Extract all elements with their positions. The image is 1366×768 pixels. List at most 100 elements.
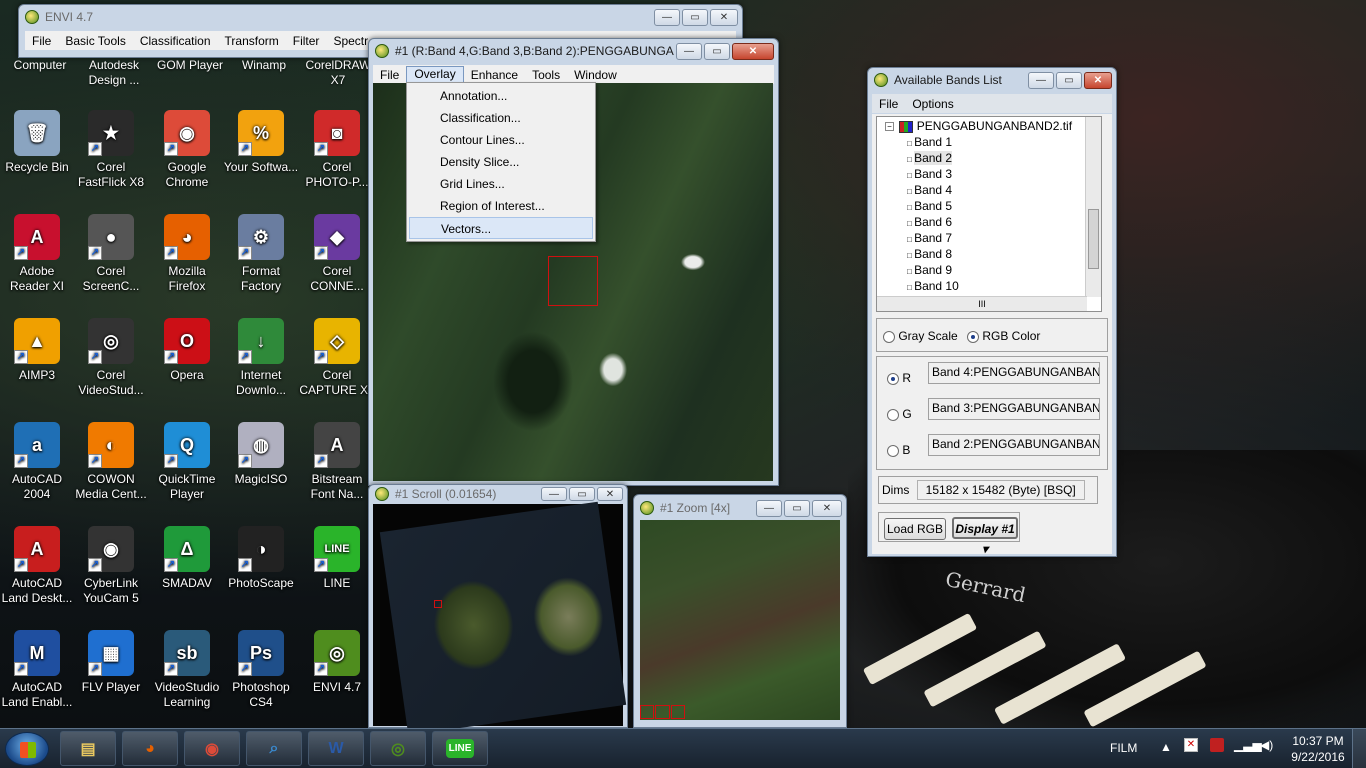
- desktop-icon[interactable]: ◕ ↗ Mozilla Firefox: [149, 214, 225, 294]
- overlay-menu-item[interactable]: Grid Lines...: [407, 173, 595, 195]
- r-band-field[interactable]: Band 4:PENGGABUNGANBAND2.: [928, 362, 1100, 384]
- scroll-window-titlebar[interactable]: #1 Scroll (0.01654) — ▭ ✕: [369, 485, 627, 503]
- collapse-icon[interactable]: −: [885, 122, 894, 132]
- clock[interactable]: 10:37 PM 9/22/2016: [1290, 733, 1346, 765]
- scroll-region-box[interactable]: [434, 600, 442, 608]
- overlay-menu-item[interactable]: Annotation...: [407, 85, 595, 107]
- b-band-field[interactable]: Band 2:PENGGABUNGANBAND2.: [928, 434, 1100, 456]
- tree-file-node[interactable]: − PENGGABUNGANBAND2.tif: [885, 118, 1072, 134]
- minimize-button[interactable]: —: [654, 8, 680, 26]
- menu-item[interactable]: Transform: [218, 34, 286, 48]
- menu-item[interactable]: Tools: [525, 68, 567, 82]
- desktop-icon[interactable]: Q ↗ QuickTime Player: [149, 422, 225, 502]
- maximize-button[interactable]: ▭: [704, 42, 730, 60]
- overlay-menu-item[interactable]: Region of Interest...: [407, 195, 595, 217]
- zoom-in-button[interactable]: [655, 705, 670, 719]
- zoom-canvas[interactable]: [640, 520, 840, 720]
- desktop-icon[interactable]: ◐ ↗ COWON Media Cent...: [73, 422, 149, 502]
- band-item[interactable]: □ Band 1: [907, 134, 952, 150]
- show-desktop-button[interactable]: [1352, 729, 1366, 768]
- desktop-icon[interactable]: sb ↗ VideoStudio Learning: [149, 630, 225, 710]
- desktop-icon[interactable]: ◎ ↗ ENVI 4.7: [299, 630, 375, 695]
- desktop-icon[interactable]: ◍ ↗ MagicISO: [223, 422, 299, 487]
- menu-item[interactable]: Options: [905, 97, 960, 111]
- display-dropdown-button[interactable]: Display #1 ▾: [952, 517, 1018, 556]
- tree-horizontal-scrollbar[interactable]: III: [877, 296, 1087, 311]
- desktop-icon-label[interactable]: CorelDRAW X7: [298, 58, 378, 88]
- taskbar-chrome-button[interactable]: ◉: [184, 731, 240, 766]
- menu-item[interactable]: File: [25, 34, 58, 48]
- b-option[interactable]: B: [887, 443, 910, 457]
- desktop-icon[interactable]: A ↗ Bitstream Font Na...: [299, 422, 375, 502]
- taskbar-line-button[interactable]: LINE: [432, 731, 488, 766]
- menu-item[interactable]: Classification: [133, 34, 218, 48]
- antivirus-tray-icon[interactable]: [1210, 738, 1224, 752]
- desktop-icon[interactable]: Ps ↗ Photoshop CS4: [223, 630, 299, 710]
- desktop-icon[interactable]: 🗑 Recycle Bin: [0, 110, 75, 175]
- band-item[interactable]: □ Band 9: [907, 262, 952, 278]
- minimize-button[interactable]: —: [1028, 71, 1054, 89]
- close-button[interactable]: ✕: [710, 8, 738, 26]
- desktop-icon[interactable]: ● ↗ Corel ScreenC...: [73, 214, 149, 294]
- desktop-icon[interactable]: ◙ ↗ Corel PHOTO-P...: [299, 110, 375, 190]
- envi-main-titlebar[interactable]: ENVI 4.7 — ▭ ✕: [19, 5, 742, 29]
- bands-window-titlebar[interactable]: Available Bands List — ▭ ✕: [868, 68, 1116, 92]
- menu-item[interactable]: File: [872, 97, 905, 111]
- taskbar-word-button[interactable]: W: [308, 731, 364, 766]
- desktop-icon[interactable]: ▲ ↗ AIMP3: [0, 318, 75, 383]
- desktop-icon[interactable]: ◆ ↗ Corel CONNE...: [299, 214, 375, 294]
- desktop-icon[interactable]: LINE ↗ LINE: [299, 526, 375, 591]
- close-button[interactable]: ✕: [597, 487, 623, 501]
- taskbar-explorer-button[interactable]: ▤: [60, 731, 116, 766]
- desktop-icon[interactable]: ▦ ↗ FLV Player: [73, 630, 149, 695]
- band-item[interactable]: □ Band 8: [907, 246, 952, 262]
- start-button[interactable]: [5, 732, 49, 766]
- desktop-icon-label[interactable]: Computer: [0, 58, 80, 73]
- desktop-icon[interactable]: % ↗ Your Softwa...: [223, 110, 299, 175]
- scroll-canvas[interactable]: [373, 501, 627, 736]
- image-window-titlebar[interactable]: #1 (R:Band 4,G:Band 3,B:Band 2):PENGGABU…: [369, 39, 778, 63]
- tray-up-icon[interactable]: ▲: [1160, 740, 1172, 754]
- overlay-menu-item[interactable]: Vectors...: [409, 217, 593, 239]
- network-icon[interactable]: ▁▃▅: [1234, 738, 1262, 752]
- desktop-icon[interactable]: ◑ ↗ PhotoScape: [223, 526, 299, 591]
- band-item[interactable]: □ Band 3: [907, 166, 952, 182]
- zoom-window-titlebar[interactable]: #1 Zoom [4x] — ▭ ✕: [634, 495, 846, 521]
- overlay-menu-item[interactable]: Density Slice...: [407, 151, 595, 173]
- desktop-icon[interactable]: ◉ ↗ Google Chrome: [149, 110, 225, 190]
- band-item[interactable]: □ Band 7: [907, 230, 952, 246]
- menu-item[interactable]: Basic Tools: [58, 34, 132, 48]
- language-indicator[interactable]: FILM: [1110, 741, 1137, 755]
- band-item[interactable]: □ Band 6: [907, 214, 952, 230]
- menu-item[interactable]: Overlay: [406, 66, 464, 83]
- r-option[interactable]: R: [887, 371, 911, 385]
- menu-item[interactable]: Window: [567, 68, 624, 82]
- tree-vertical-scrollbar[interactable]: [1085, 117, 1101, 297]
- zoom-region-box[interactable]: [548, 256, 598, 306]
- zoom-crosshair-button[interactable]: [670, 705, 685, 719]
- menu-item[interactable]: File: [373, 68, 406, 82]
- band-item[interactable]: □ Band 5: [907, 198, 952, 214]
- maximize-button[interactable]: ▭: [784, 499, 810, 517]
- volume-icon[interactable]: ◀): [1260, 738, 1273, 752]
- menu-item[interactable]: Filter: [286, 34, 327, 48]
- desktop-icon[interactable]: ★ ↗ Corel FastFlick X8: [73, 110, 149, 190]
- taskbar-envi-button[interactable]: ◎: [370, 731, 426, 766]
- minimize-button[interactable]: —: [756, 499, 782, 517]
- r-radio[interactable]: [887, 372, 899, 385]
- overlay-menu-item[interactable]: Contour Lines...: [407, 129, 595, 151]
- rgb-color-option[interactable]: RGB Color: [967, 329, 1040, 343]
- desktop-icon[interactable]: A ↗ AutoCAD Land Deskt...: [0, 526, 75, 606]
- minimize-button[interactable]: —: [541, 487, 567, 501]
- gray-scale-radio[interactable]: [883, 330, 895, 343]
- band-item[interactable]: □ Band 10: [907, 278, 959, 294]
- desktop-icon[interactable]: ⚙ ↗ Format Factory: [223, 214, 299, 294]
- desktop-icon[interactable]: M ↗ AutoCAD Land Enabl...: [0, 630, 75, 710]
- desktop-icon-label[interactable]: Autodesk Design ...: [74, 58, 154, 88]
- close-button[interactable]: ✕: [1084, 71, 1112, 89]
- close-button[interactable]: ✕: [732, 42, 774, 60]
- taskbar-search-button[interactable]: ⌕: [246, 731, 302, 766]
- scroll-thumb[interactable]: [1088, 209, 1099, 269]
- action-center-icon[interactable]: ✕: [1184, 738, 1198, 752]
- minimize-button[interactable]: —: [676, 42, 702, 60]
